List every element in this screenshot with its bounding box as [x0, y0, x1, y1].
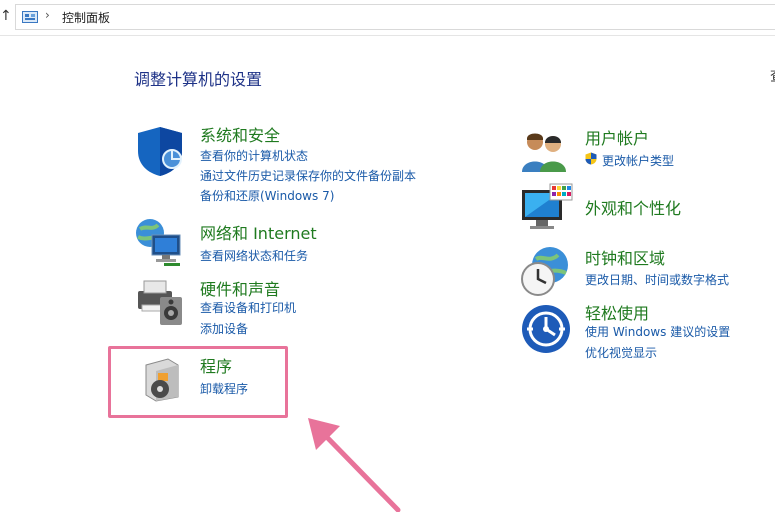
category-ease-of-access[interactable]: 轻松使用: [585, 300, 649, 324]
category-network-internet[interactable]: 网络和 Internet: [200, 220, 317, 244]
shield-icon: [138, 127, 182, 176]
printer-speaker-icon: [138, 280, 182, 325]
monitor-palette-icon: [522, 183, 573, 229]
uac-shield-icon: [585, 152, 597, 165]
highlight-box: [108, 346, 288, 418]
annotation-arrow-icon: [308, 418, 401, 512]
users-icon: [522, 133, 566, 172]
clock-globe-icon: [521, 247, 568, 296]
view-by-label[interactable]: 查: [770, 66, 775, 86]
link-windows-suggested-settings[interactable]: 使用 Windows 建议的设置: [585, 323, 730, 340]
link-change-date-time-format[interactable]: 更改日期、时间或数字格式: [585, 271, 729, 288]
breadcrumb-control-panel[interactable]: 控制面板: [62, 9, 110, 26]
link-devices-printers[interactable]: 查看设备和打印机: [200, 299, 296, 316]
category-system-security[interactable]: 系统和安全: [200, 122, 280, 146]
up-arrow-icon[interactable]: ↑: [0, 8, 12, 24]
link-backup-restore[interactable]: 备份和还原(Windows 7): [200, 187, 334, 204]
category-user-accounts[interactable]: 用户帐户: [585, 125, 649, 149]
category-appearance-personalization[interactable]: 外观和个性化: [585, 195, 681, 219]
link-view-computer-status[interactable]: 查看你的计算机状态: [200, 147, 308, 164]
page-title: 调整计算机的设置: [134, 70, 263, 89]
link-file-history-backup[interactable]: 通过文件历史记录保存你的文件备份副本: [200, 167, 416, 184]
category-hardware-sound[interactable]: 硬件和声音: [200, 276, 280, 300]
link-add-device[interactable]: 添加设备: [200, 320, 248, 337]
breadcrumb-separator: ›: [45, 8, 50, 22]
control-panel-icon: [22, 11, 38, 23]
ease-of-access-icon: [522, 305, 570, 353]
address-bar: ↑ › 控制面板: [0, 0, 775, 36]
address-field[interactable]: › 控制面板: [15, 4, 775, 30]
link-network-status-tasks[interactable]: 查看网络状态和任务: [200, 247, 308, 264]
network-globe-icon: [136, 219, 181, 266]
link-change-account-type[interactable]: 更改帐户类型: [602, 152, 674, 169]
category-clock-region[interactable]: 时钟和区域: [585, 245, 665, 269]
link-optimize-visual-display[interactable]: 优化视觉显示: [585, 344, 657, 361]
